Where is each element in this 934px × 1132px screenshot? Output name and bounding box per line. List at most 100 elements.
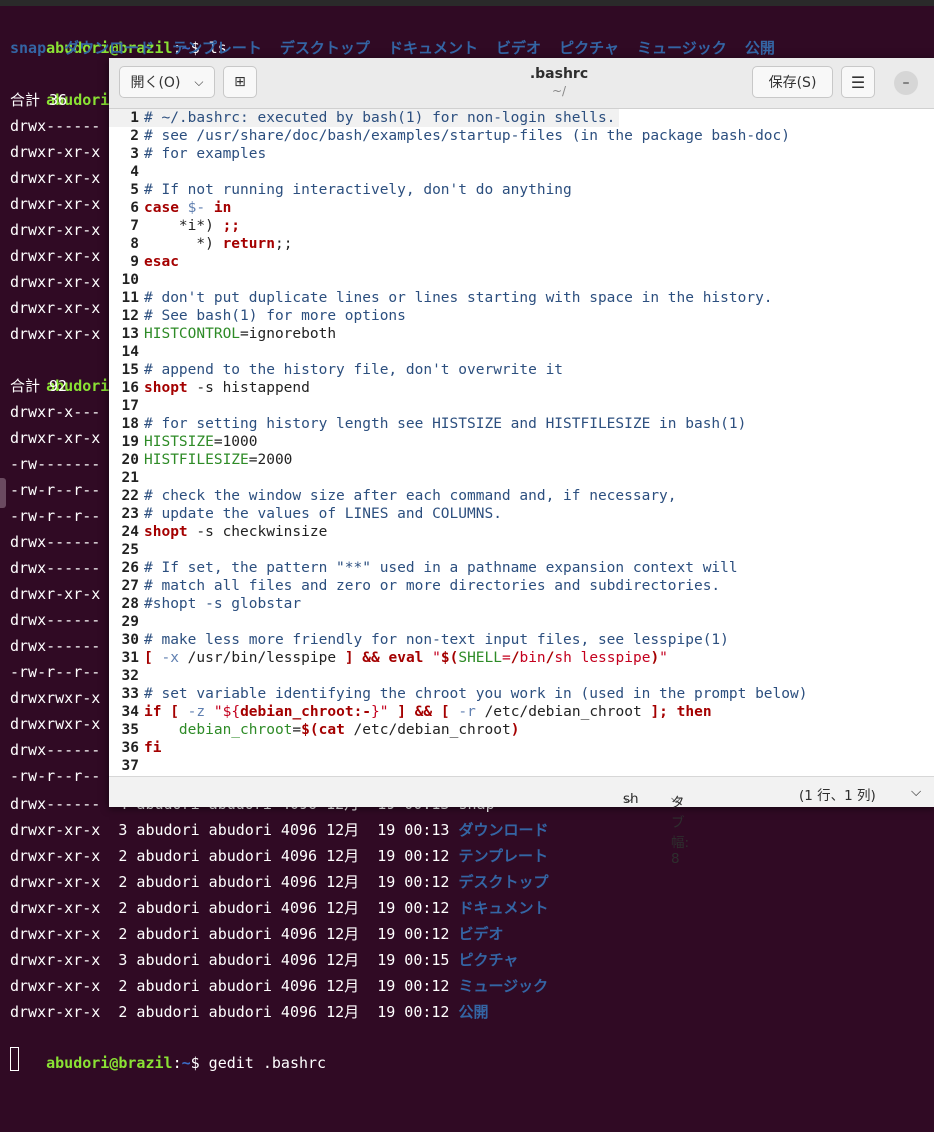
code-token: shopt <box>144 380 188 396</box>
code-token: HISTSIZE <box>144 434 214 450</box>
line-number: 21 <box>121 470 139 486</box>
menu-button[interactable]: ☰ <box>841 66 875 98</box>
line-number: 25 <box>121 542 139 558</box>
code-token: $( <box>440 650 459 666</box>
code-text: debian_chroot=$(cat /etc/debian_chroot) <box>144 721 520 739</box>
code-line[interactable]: 33 # set variable identifying the chroot … <box>109 685 934 703</box>
code-token: # for setting history length see HISTSIZ… <box>144 416 747 432</box>
code-line[interactable]: 25 <box>109 541 934 559</box>
total-line-2: 合計 92 <box>10 377 68 395</box>
code-line[interactable]: 26 # If set, the pattern "**" used in a p… <box>109 559 934 577</box>
code-token: " <box>659 650 668 666</box>
listing-meta: drwxr-xr-x 2 abudori abudori 4096 12月 19… <box>10 873 459 891</box>
command-text: gedit .bashrc <box>199 1054 327 1072</box>
code-line[interactable]: 20 HISTFILESIZE=2000 <box>109 451 934 469</box>
code-line[interactable]: 23 # update the values of LINES and COLUM… <box>109 505 934 523</box>
listing-row: drwxr-xr-x 2 abudori abudori 4096 12月 19… <box>10 869 549 895</box>
code-token: /usr/bin/lesspipe <box>178 650 345 666</box>
code-line[interactable]: 24 shopt -s checkwinsize <box>109 523 934 541</box>
code-line[interactable]: 34 if [ -z "${debian_chroot:-}" ] && [ -r… <box>109 703 934 721</box>
chevron-down-icon[interactable]: ⌵ <box>911 784 921 800</box>
code-line[interactable]: 22 # check the window size after each com… <box>109 487 934 505</box>
code-line[interactable]: 18 # for setting history length see HISTS… <box>109 415 934 433</box>
line-number: 2 <box>130 128 139 144</box>
new-document-icon: ⊞ <box>234 74 246 90</box>
code-token: = <box>292 722 302 738</box>
listing-meta: drwxr-xr-x 2 abudori abudori 4096 12月 19… <box>10 899 459 917</box>
code-line[interactable]: 37 <box>109 757 934 775</box>
code-line[interactable]: 27 # match all files and zero or more dir… <box>109 577 934 595</box>
code-token: ] <box>397 704 406 720</box>
code-line[interactable]: 11 # don't put duplicate lines or lines s… <box>109 289 934 307</box>
code-line[interactable]: 28 #shopt -s globstar <box>109 595 934 613</box>
code-token: $( <box>301 722 319 738</box>
code-text: HISTSIZE=1000 <box>144 433 258 451</box>
code-line[interactable]: 36 fi <box>109 739 934 757</box>
line-number: 17 <box>121 398 139 414</box>
code-line[interactable]: 17 <box>109 397 934 415</box>
code-line[interactable]: 4 <box>109 163 934 181</box>
code-line[interactable]: 19 HISTSIZE=1000 <box>109 433 934 451</box>
listing-meta: drwxr-xr-x 2 abudori abudori 4096 12月 19… <box>10 925 459 943</box>
code-token: /etc/debian_chroot <box>344 722 511 738</box>
prompt-sep: : <box>172 1054 182 1072</box>
code-line[interactable]: 31[ -x /usr/bin/lesspipe ] && eval "$(SH… <box>109 649 934 667</box>
code-text: HISTFILESIZE=2000 <box>144 451 292 469</box>
line-number: 14 <box>121 344 139 360</box>
code-line[interactable]: 14 <box>109 343 934 361</box>
save-button[interactable]: 保存(S) <box>752 66 833 98</box>
code-token: sh lesspipe <box>554 650 651 666</box>
code-token: && <box>414 704 433 720</box>
code-line[interactable]: 5 # If not running interactively, don't d… <box>109 181 934 199</box>
code-line[interactable]: 2 # see /usr/share/doc/bash/examples/star… <box>109 127 934 145</box>
code-text: case $- in <box>144 199 231 217</box>
minimize-button[interactable]: – <box>894 71 918 95</box>
code-line[interactable]: 7 *i*) ;; <box>109 217 934 235</box>
line-number: 5 <box>130 182 139 198</box>
prompt-user: abudori@brazil <box>46 1054 173 1072</box>
text-editor[interactable]: 1 # ~/.bashrc: executed by bash(1) for no… <box>109 109 934 776</box>
prompt-dollar: $ <box>190 1054 200 1072</box>
code-line[interactable]: 16 shopt -s histappend <box>109 379 934 397</box>
code-line[interactable]: 30 # make less more friendly for non-text… <box>109 631 934 649</box>
code-token: bin <box>519 650 546 666</box>
code-token: # append to the history file, don't over… <box>144 362 564 378</box>
code-line[interactable]: 35 debian_chroot=$(cat /etc/debian_chroo… <box>109 721 934 739</box>
code-token: "${ <box>213 704 241 720</box>
code-token: /etc/debian_chroot <box>475 704 651 720</box>
permission-text: drwxrwxr-x <box>10 689 101 707</box>
permission-text: -rw-r--r-- <box>10 481 101 499</box>
code-line[interactable]: 6 case $- in <box>109 199 934 217</box>
code-line[interactable]: 32 <box>109 667 934 685</box>
code-token: case <box>144 200 179 216</box>
code-token: return <box>222 236 275 252</box>
permission-text: drwxr-xr-x <box>10 325 101 343</box>
code-line[interactable]: 12 # See bash(1) for more options <box>109 307 934 325</box>
code-line[interactable]: 8 *) return;; <box>109 235 934 253</box>
code-text: # append to the history file, don't over… <box>144 361 563 379</box>
code-line[interactable]: 29 <box>109 613 934 631</box>
scroll-handle[interactable] <box>0 478 6 508</box>
code-token: # check the window size after each comma… <box>144 488 677 504</box>
line-number: 8 <box>130 236 139 252</box>
code-text: HISTCONTROL=ignoreboth <box>144 325 336 343</box>
code-line[interactable]: 1 # ~/.bashrc: executed by bash(1) for no… <box>109 109 619 127</box>
code-line[interactable]: 21 <box>109 469 934 487</box>
code-token: -s histappend <box>187 380 310 396</box>
gedit-window[interactable]: 開く(O) ⌵ ⊞ .bashrc ~/ 保存(S) ☰ – 1 # ~/.bas… <box>109 58 934 867</box>
new-tab-button[interactable]: ⊞ <box>223 66 257 98</box>
code-line[interactable]: 13 HISTCONTROL=ignoreboth <box>109 325 934 343</box>
code-text: #shopt -s globstar <box>144 595 301 613</box>
open-button[interactable]: 開く(O) ⌵ <box>119 66 215 98</box>
code-token: HISTCONTROL <box>144 326 241 342</box>
code-token: ) <box>510 722 520 738</box>
code-line[interactable]: 10 <box>109 271 934 289</box>
prompt-path: ~ <box>181 1054 191 1072</box>
code-line[interactable]: 9 esac <box>109 253 934 271</box>
code-line[interactable]: 15 # append to the history file, don't ov… <box>109 361 934 379</box>
code-line[interactable]: 3 # for examples <box>109 145 934 163</box>
